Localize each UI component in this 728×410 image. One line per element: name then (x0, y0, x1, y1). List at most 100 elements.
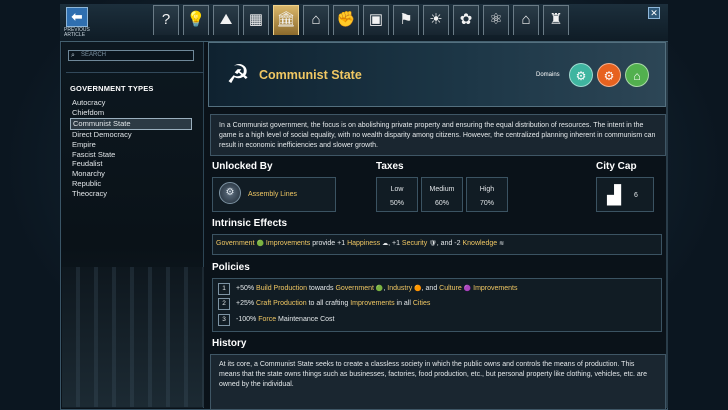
search-icon: ⌕ (71, 52, 75, 59)
atom-icon[interactable]: ⚛ (483, 5, 509, 35)
sidebar-item-theocracy[interactable]: Theocracy (70, 189, 192, 199)
policy-part: , and (421, 285, 440, 292)
scrollbar[interactable] (666, 42, 668, 408)
policy-part: -100% (236, 316, 259, 323)
intrinsic-text-part: provide +1 (310, 240, 348, 247)
government-list: Autocracy Chiefdom Communist State Direct D… (70, 98, 192, 199)
tax-high: High 70% (466, 177, 508, 212)
security-icon: 🛡 (429, 241, 437, 247)
industry-icon: 🟠 (414, 286, 422, 292)
city-cap-heading: City Cap (596, 161, 637, 172)
sidebar-item-communist-state[interactable]: Communist State (70, 117, 192, 130)
search-input[interactable]: ⌕ SEARCH (68, 50, 194, 61)
improvements-link[interactable]: Improvements (266, 240, 310, 247)
capitol-icon[interactable]: ⌂ (513, 5, 539, 35)
lightbulb-icon[interactable]: 💡 (183, 5, 209, 35)
force-link[interactable]: Force (258, 316, 276, 323)
policy-row: 1 +50% Build Production towards Governme… (218, 283, 658, 296)
policies-heading: Policies (212, 262, 250, 273)
policy-text: +25% Craft Production to all crafting Im… (236, 300, 430, 307)
sidebar-item-monarchy[interactable]: Monarchy (70, 169, 192, 179)
city-cap-value: 6 (634, 192, 638, 199)
intrinsic-effects-heading: Intrinsic Effects (212, 218, 288, 229)
help-icon[interactable]: ? (153, 5, 179, 35)
government-link[interactable]: Government (335, 285, 374, 292)
portrait-icon[interactable]: ▣ (363, 5, 389, 35)
category-tabs: ? 💡 ⛰ ▦ 🏛 ⌂ ✊ ▣ ⚑ ☀ ✿ ⚛ ⌂ ♜ (153, 5, 569, 35)
close-icon: ✕ (650, 8, 658, 18)
sidebar-item-chiefdom[interactable]: Chiefdom (70, 108, 192, 118)
industry-link[interactable]: Industry (387, 285, 412, 292)
sidebar-item-fascist-state[interactable]: Fascist State (70, 150, 192, 160)
taxes-heading: Taxes (376, 161, 404, 172)
sidebar-item-feudalist[interactable]: Feudalist (70, 159, 192, 169)
tax-medium-value: 60% (434, 200, 449, 207)
tax-low: Low 50% (376, 177, 418, 212)
assembly-lines-icon: ⚙ (219, 182, 241, 204)
policy-part: +50% (236, 285, 257, 292)
previous-article-button[interactable]: ⬅ (66, 7, 88, 27)
tax-medium-label: Medium (429, 186, 455, 193)
knowledge-icon: ≋ (499, 241, 505, 247)
intrinsic-text-part: , +1 (388, 240, 402, 247)
terrain-icon[interactable]: ⛰ (213, 5, 239, 35)
intrinsic-text-part: , and -2 (436, 240, 463, 247)
industry-domain-icon[interactable]: ⚙ (597, 63, 621, 87)
domains-label: Domains (536, 72, 560, 78)
policy-text: +50% Build Production towards Government… (236, 285, 517, 292)
page-title: Communist State (259, 68, 362, 82)
policy-row: 2 +25% Craft Production to all crafting … (218, 298, 658, 311)
search-placeholder: SEARCH (81, 52, 107, 58)
sidebar-item-republic[interactable]: Republic (70, 179, 192, 189)
sidebar-background-art (62, 267, 204, 407)
intrinsic-effects-text: Government 🟢 Improvements provide +1 Hap… (216, 240, 504, 247)
sidebar-item-autocracy[interactable]: Autocracy (70, 98, 192, 108)
history-text: At its core, a Communist State seeks to … (210, 354, 666, 410)
flag-icon[interactable]: ⚑ (393, 5, 419, 35)
soldier-icon[interactable]: ♜ (543, 5, 569, 35)
sidebar-section-title: GOVERNMENT TYPES (70, 84, 154, 93)
government-icon[interactable]: 🏛 (273, 5, 299, 35)
policy-text: -100% Force Maintenance Cost (236, 316, 334, 323)
improvements-link[interactable]: Improvements (473, 285, 517, 292)
sidebar-item-direct-democracy[interactable]: Direct Democracy (70, 130, 192, 140)
tax-medium: Medium 60% (421, 177, 463, 212)
tax-low-value: 50% (389, 200, 404, 207)
culture-link[interactable]: Culture (439, 285, 462, 292)
back-arrow-icon: ⬅ (71, 9, 83, 24)
government-icon: 🟢 (256, 241, 264, 247)
sidebar-item-empire[interactable]: Empire (70, 140, 192, 150)
policy-part: to all crafting (306, 300, 351, 307)
description-text: In a Communist government, the focus is … (210, 114, 666, 156)
unlocked-by-heading: Unlocked By (212, 161, 273, 172)
city-icon: ▟ (607, 185, 621, 205)
policy-number: 1 (218, 283, 230, 295)
building-icon[interactable]: ⌂ (303, 5, 329, 35)
knowledge-link[interactable]: Knowledge (462, 240, 497, 247)
policy-part: Maintenance Cost (276, 316, 335, 323)
security-link[interactable]: Security (402, 240, 427, 247)
government-domain-icon[interactable]: ⌂ (625, 63, 649, 87)
unlocked-by-link[interactable]: Assembly Lines (248, 191, 297, 198)
tax-high-label: High (479, 186, 495, 193)
tax-high-value: 70% (479, 200, 494, 207)
crate-icon[interactable]: ▦ (243, 5, 269, 35)
happiness-link[interactable]: Happiness (347, 240, 380, 247)
policy-part: +25% (236, 300, 257, 307)
hammer-sickle-icon: ☭ (226, 59, 250, 89)
policy-number: 2 (218, 298, 230, 310)
build-production-link[interactable]: Build Production (256, 285, 307, 292)
cities-link[interactable]: Cities (413, 300, 431, 307)
government-link[interactable]: Government (216, 240, 255, 247)
worker-icon[interactable]: ☀ (423, 5, 449, 35)
fist-icon[interactable]: ✊ (333, 5, 359, 35)
sidebar: ⌕ SEARCH GOVERNMENT TYPES Autocracy Chief… (62, 42, 204, 408)
close-button[interactable]: ✕ (648, 7, 660, 19)
policy-number: 3 (218, 314, 230, 326)
policy-row: 3 -100% Force Maintenance Cost (218, 314, 658, 327)
wheat-icon[interactable]: ✿ (453, 5, 479, 35)
previous-article-label: PREVIOUS ARTICLE (64, 27, 90, 38)
craft-production-link[interactable]: Craft Production (256, 300, 307, 307)
science-domain-icon[interactable]: ⚙ (569, 63, 593, 87)
improvements-link[interactable]: Improvements (350, 300, 394, 307)
